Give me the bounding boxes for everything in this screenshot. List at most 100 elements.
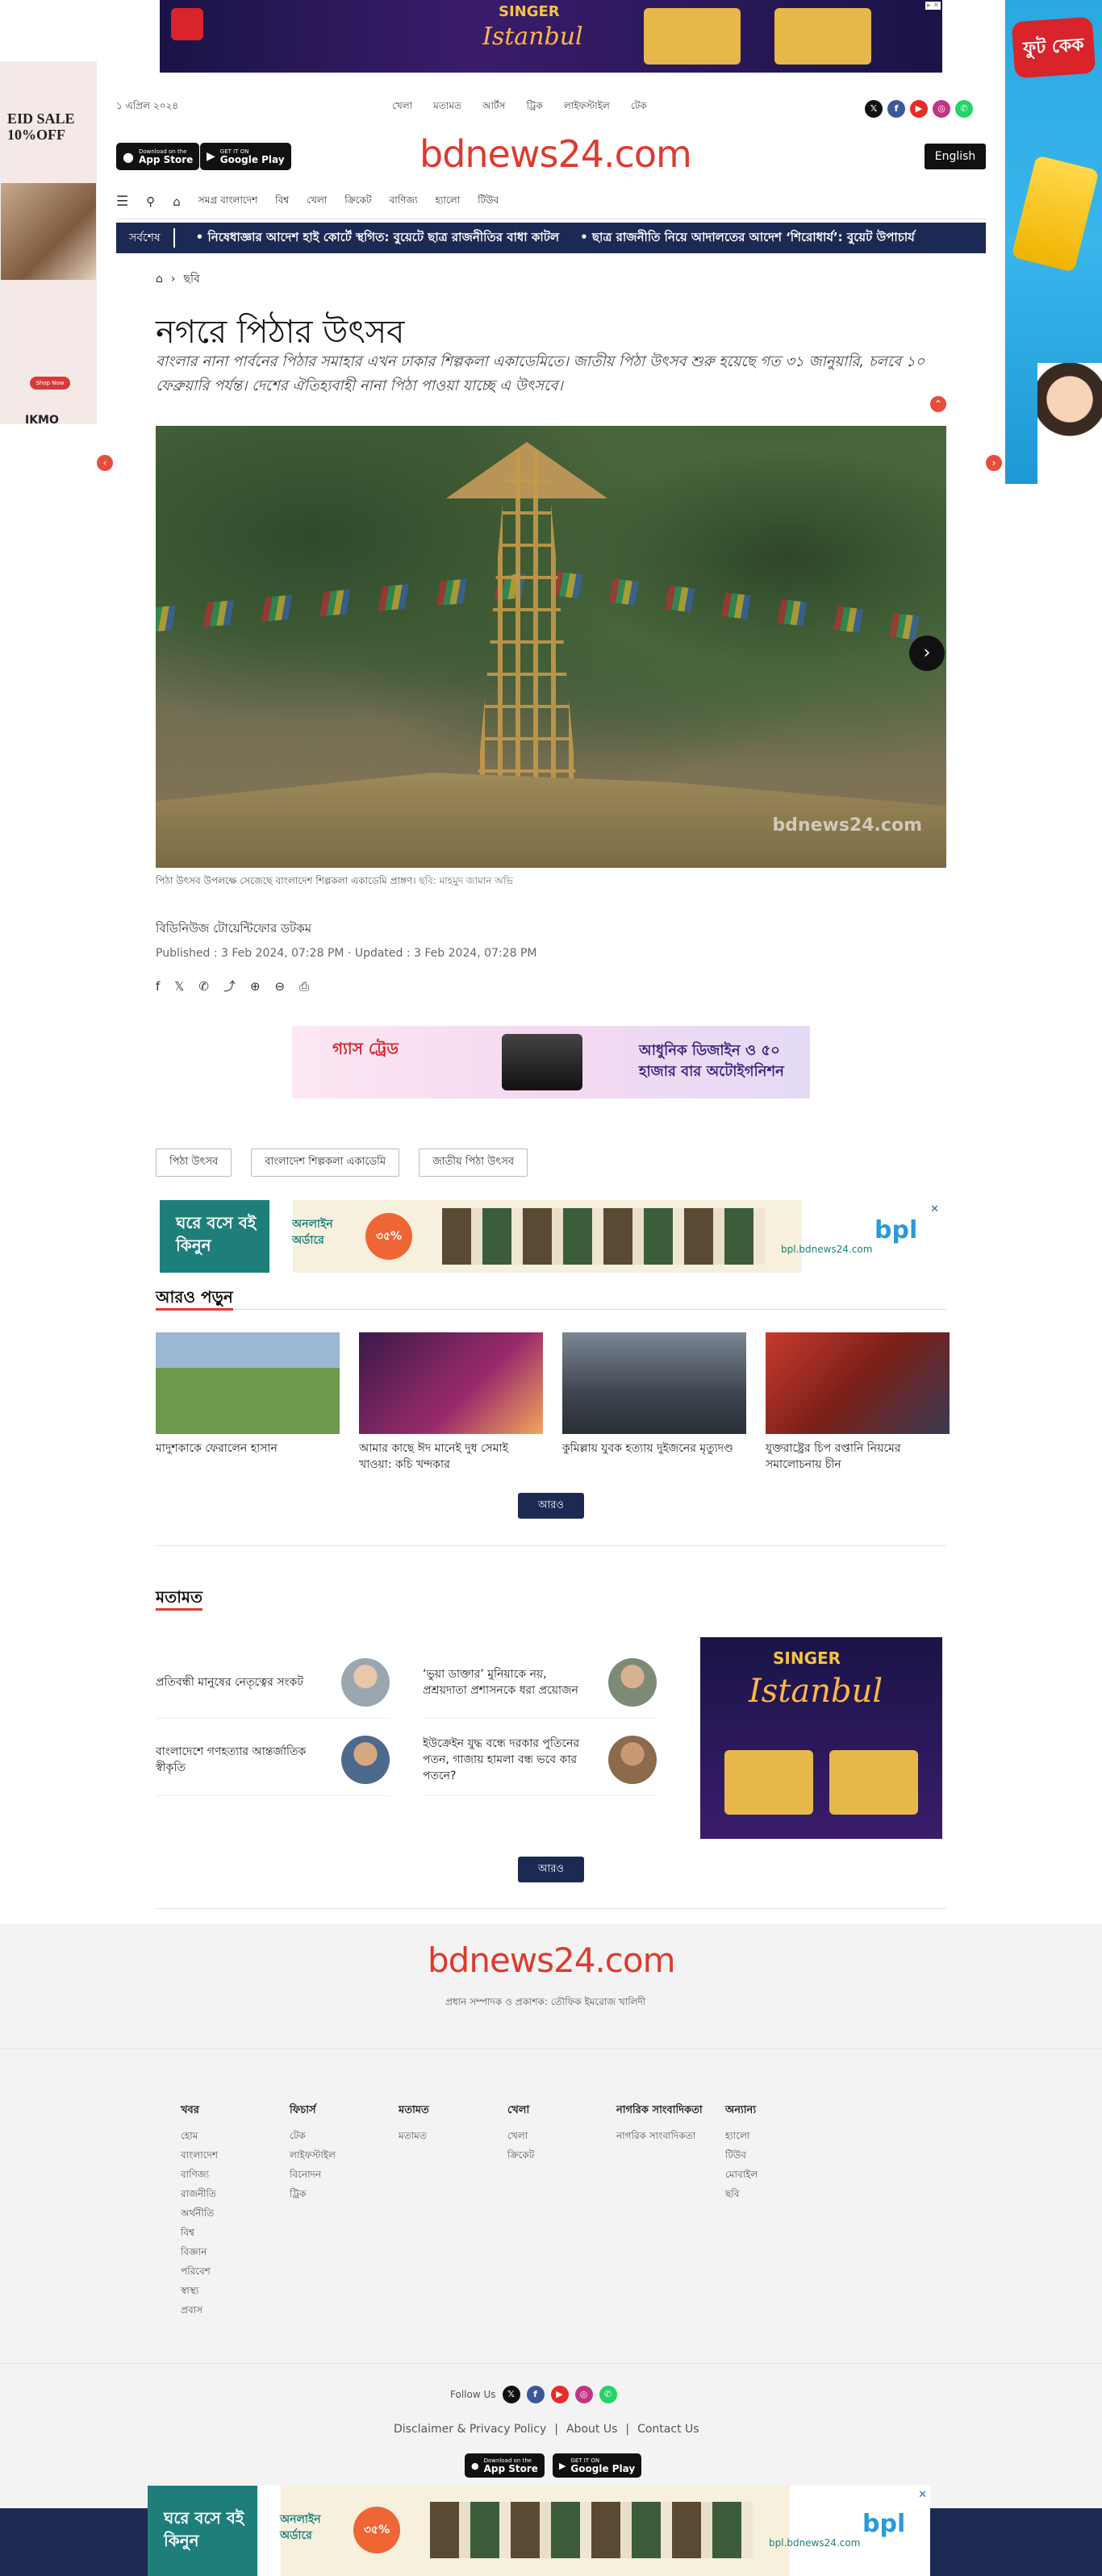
footer-link[interactable]: মতামত: [399, 2126, 507, 2145]
opinion-more-button[interactable]: আরও: [518, 1857, 584, 1882]
footer-link[interactable]: অর্থনীতি: [181, 2203, 290, 2223]
next-image-button[interactable]: ›: [909, 636, 945, 671]
whatsapp-icon[interactable]: ✆: [955, 100, 973, 118]
print-icon[interactable]: ⎙: [299, 979, 309, 994]
sticky-bpl-ad[interactable]: ঘরে বসে বই কিনুন অনলাইন অর্ডারে ৩৫% bpl.…: [148, 2486, 930, 2576]
nav-item[interactable]: টিউব: [478, 194, 499, 210]
footer-link[interactable]: টেক: [290, 2126, 399, 2145]
app-store-button[interactable]: ● Download on the App Store: [116, 143, 200, 170]
about-link[interactable]: About Us: [566, 2423, 617, 2436]
more-button[interactable]: আরও: [518, 1493, 584, 1519]
footer-link[interactable]: বিজ্ঞান: [181, 2242, 290, 2261]
tag[interactable]: বাংলাদেশ শিল্পকলা একাডেমি: [251, 1148, 400, 1177]
mid-banner-ad[interactable]: গ্যাস ট্রেড আধুনিক ডিজাইন ও ৫০ হাজার বার…: [292, 1026, 810, 1098]
story-card[interactable]: কুমিল্লায় যুবক হত্যায় দুইজনের মৃত্যুদণ…: [562, 1332, 746, 1473]
home-icon[interactable]: ⌂: [173, 194, 181, 209]
close-icon[interactable]: ✕: [930, 1203, 939, 1215]
footer-link[interactable]: মোবাইল: [725, 2165, 834, 2184]
ticker-item[interactable]: • নিষেধাজ্ঞার আদেশ হাই কোর্টে স্থগিত: বু…: [175, 228, 559, 248]
menu-icon[interactable]: ☰: [116, 194, 128, 210]
nav-item[interactable]: হ্যালো: [436, 194, 461, 210]
search-icon[interactable]: ⚲: [146, 194, 155, 209]
bpl-banner-ad[interactable]: ঘরে বসে বই কিনুন অনলাইন অর্ডারে ৩৫% bpl.…: [160, 1200, 942, 1273]
footer-link[interactable]: বাংলাদেশ: [181, 2145, 290, 2165]
tag[interactable]: পিঠা উৎসব: [156, 1148, 232, 1177]
facebook-icon[interactable]: f: [156, 979, 160, 994]
home-icon[interactable]: ⌂: [156, 273, 163, 286]
right-side-ad[interactable]: ফুট কেক: [1005, 0, 1102, 484]
x-icon[interactable]: 𝕏: [174, 979, 184, 994]
right-arrow-icon[interactable]: ›: [986, 455, 1002, 471]
x-icon[interactable]: 𝕏: [865, 100, 883, 118]
footer-link[interactable]: বিশ্ব: [181, 2223, 290, 2242]
close-icon[interactable]: ✕: [918, 2489, 927, 2501]
disclaimer-link[interactable]: Disclaimer & Privacy Policy: [394, 2423, 546, 2436]
opinion-item[interactable]: বাংলাদেশে গণহত্যার আন্তর্জাতিক স্বীকৃতি: [156, 1736, 390, 1796]
instagram-icon[interactable]: ◎: [574, 2386, 593, 2403]
ticker-item[interactable]: • ছাত্র রাজনীতি নিয়ে আদালতের আদেশ ‘শিরো…: [559, 228, 915, 248]
site-logo[interactable]: bdnews24.com: [420, 132, 692, 176]
footer-link[interactable]: প্রবাস: [181, 2300, 290, 2320]
footer-link[interactable]: লাইফস্টাইল: [290, 2145, 399, 2165]
top-nav-link[interactable]: আর্টস: [482, 99, 505, 115]
footer-link[interactable]: রাজনীতি: [181, 2184, 290, 2203]
footer-link[interactable]: বিনোদন: [290, 2165, 399, 2184]
ad-logo: IKMO: [25, 414, 59, 424]
opinion-side-ad[interactable]: SINGER Istanbul: [700, 1637, 942, 1839]
story-card[interactable]: যুক্তরাষ্ট্রের চিপ রপ্তানি নিয়মের সমালো…: [766, 1332, 950, 1473]
x-icon[interactable]: 𝕏: [502, 2386, 520, 2403]
opinion-item[interactable]: ‘ভুয়া ডাক্তার’ মুনিয়াকে নয়, প্রশ্রয়দ…: [423, 1658, 657, 1719]
breadcrumb-item[interactable]: ছবি: [184, 269, 200, 289]
top-nav-link[interactable]: ট্রিক: [526, 99, 542, 115]
footer-link[interactable]: ছবি: [725, 2184, 834, 2203]
footer-link[interactable]: স্বাস্থ্য: [181, 2281, 290, 2300]
nav-item[interactable]: সমগ্র বাংলাদেশ: [198, 194, 257, 210]
collapse-icon[interactable]: ⌃: [930, 396, 946, 412]
instagram-icon[interactable]: ◎: [933, 100, 950, 118]
follow-us: Follow Us 𝕏 f ▶ ◎ ✆: [450, 2386, 617, 2403]
whatsapp-icon[interactable]: ✆: [198, 979, 209, 994]
footer-link[interactable]: হোম: [181, 2126, 290, 2145]
top-nav-link[interactable]: মতামত: [433, 99, 461, 115]
story-card[interactable]: মাদুশকাকে ফেরালেন হাসান: [156, 1332, 340, 1473]
facebook-icon[interactable]: f: [526, 2386, 545, 2403]
footer-link[interactable]: হ্যালো: [725, 2126, 834, 2145]
english-button[interactable]: English: [925, 144, 986, 169]
footer-link[interactable]: খেলা: [507, 2126, 616, 2145]
whatsapp-icon[interactable]: ✆: [599, 2386, 617, 2403]
zoom-out-icon[interactable]: ⊖: [275, 979, 286, 994]
nav-item[interactable]: খেলা: [307, 194, 327, 210]
top-nav-link[interactable]: লাইফস্টাইল: [564, 99, 610, 115]
youtube-icon[interactable]: ▶: [550, 2386, 569, 2403]
nav-item[interactable]: ক্রিকেট: [344, 194, 371, 210]
google-play-button[interactable]: ▶ GET IT ON Google Play: [552, 2453, 642, 2478]
story-card[interactable]: আমার কাছে ঈদ মানেই দুধ সেমাই খাওয়া: কচি…: [359, 1332, 543, 1473]
footer-link[interactable]: ট্রিক: [290, 2184, 399, 2203]
ad-shop-button[interactable]: Shop Now: [30, 377, 70, 390]
youtube-icon[interactable]: ▶: [910, 100, 928, 118]
google-play-button[interactable]: ▶ GET IT ON Google Play: [200, 143, 291, 170]
nav-item[interactable]: বিশ্ব: [275, 194, 289, 210]
footer-link[interactable]: নাগরিক সাংবাদিকতা: [616, 2126, 725, 2145]
footer-link[interactable]: টিউব: [725, 2145, 834, 2165]
left-arrow-icon[interactable]: ‹: [97, 455, 113, 471]
left-side-ad[interactable]: EID SALE 10%OFF Shop Now IKMO: [0, 61, 97, 424]
top-banner-ad[interactable]: SINGER Istanbul ▸ ✕: [160, 0, 942, 73]
opinion-item[interactable]: প্রতিবন্ধী মানুষের নেতৃত্বের সংকট: [156, 1658, 390, 1719]
nav-item[interactable]: বাণিজ্য: [390, 194, 418, 210]
tag[interactable]: জাতীয় পিঠা উৎসব: [419, 1148, 528, 1177]
share-icon[interactable]: ⤴: [223, 977, 236, 994]
footer-column-title: খবর: [181, 2104, 199, 2116]
opinion-item[interactable]: ইউক্রেইন যুদ্ধ বন্ধে দরকার পুতিনের পতন, …: [423, 1736, 657, 1796]
footer-link[interactable]: বাণিজ্য: [181, 2165, 290, 2184]
footer-link[interactable]: ক্রিকেট: [507, 2145, 616, 2165]
footer-logo[interactable]: bdnews24.com: [428, 1940, 676, 1980]
top-nav-link[interactable]: টেক: [631, 99, 647, 115]
app-store-button[interactable]: ● Download on the App Store: [465, 2453, 545, 2478]
footer-link[interactable]: পরিবেশ: [181, 2261, 290, 2281]
ad-close-icon[interactable]: ▸ ✕: [925, 2, 941, 10]
contact-link[interactable]: Contact Us: [637, 2423, 699, 2436]
facebook-icon[interactable]: f: [887, 100, 905, 118]
zoom-in-icon[interactable]: ⊕: [250, 979, 261, 994]
top-nav-link[interactable]: খেলা: [392, 99, 412, 115]
